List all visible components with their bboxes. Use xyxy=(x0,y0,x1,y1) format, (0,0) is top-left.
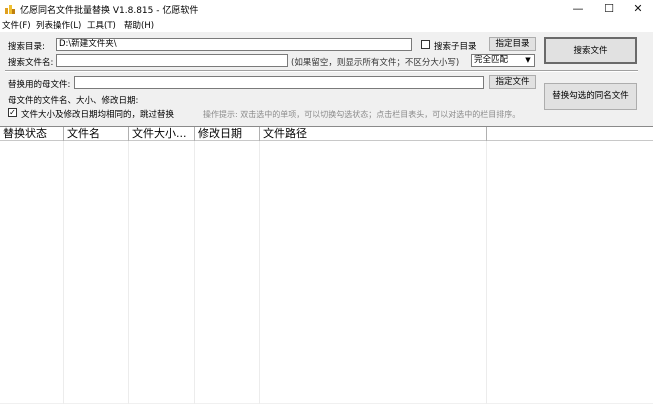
col-modified-date[interactable]: 修改日期 xyxy=(195,127,260,141)
window-title: 亿愿同名文件批量替换 V1.8.815 - 亿愿软件 xyxy=(20,6,199,16)
match-mode-value: 完全匹配 xyxy=(474,55,509,65)
subdir-checkbox[interactable] xyxy=(421,40,430,49)
replace-checked-button[interactable]: 替换勾选的同名文件 xyxy=(544,83,637,110)
menu-bar: 文件(F) 列表操作(L) 工具(T) 帮助(H) xyxy=(0,18,653,32)
col-file-path[interactable]: 文件路径 xyxy=(260,127,487,141)
menu-help[interactable]: 帮助(H) xyxy=(124,19,154,31)
mother-file-label: 替换用的母文件: xyxy=(8,80,71,90)
match-mode-select[interactable]: 完全匹配 ▼ xyxy=(471,54,535,67)
separator xyxy=(5,70,638,72)
search-files-button[interactable]: 搜索文件 xyxy=(544,37,637,64)
column-divider xyxy=(63,141,64,404)
app-icon xyxy=(5,5,15,14)
chevron-down-icon: ▼ xyxy=(525,56,531,64)
column-divider xyxy=(128,141,129,404)
menu-list-ops[interactable]: 列表操作(L) xyxy=(36,19,81,31)
title-bar: 亿愿同名文件批量替换 V1.8.815 - 亿愿软件 — ☐ ✕ xyxy=(0,0,653,18)
list-header: 替换状态 文件名 文件大小... 修改日期 文件路径 xyxy=(0,127,653,141)
menu-file[interactable]: 文件(F) xyxy=(2,19,31,31)
skip-checkbox[interactable]: ✓ xyxy=(8,108,17,117)
column-divider xyxy=(486,141,487,404)
operation-hint: 操作提示: 双击选中的单项，可以切换勾选状态；点击栏目表头，可以对选中的栏目排序… xyxy=(203,110,521,119)
close-button[interactable]: ✕ xyxy=(623,0,653,18)
maximize-button[interactable]: ☐ xyxy=(594,0,624,18)
skip-label: 文件大小及修改日期均相同的，跳过替换 xyxy=(21,110,175,120)
choose-dir-button[interactable]: 指定目录 xyxy=(489,37,536,51)
search-dir-label: 搜索目录: xyxy=(8,42,45,52)
filename-hint: (如果留空，则显示所有文件；不区分大小写) xyxy=(291,58,460,68)
col-filesize[interactable]: 文件大小... xyxy=(129,127,195,141)
choose-file-button[interactable]: 指定文件 xyxy=(489,75,536,89)
subdir-label: 搜索子目录 xyxy=(434,42,477,52)
file-list[interactable]: 替换状态 文件名 文件大小... 修改日期 文件路径 xyxy=(0,126,653,404)
minimize-button[interactable]: — xyxy=(563,0,593,18)
col-replace-status[interactable]: 替换状态 xyxy=(0,127,64,141)
col-filename[interactable]: 文件名 xyxy=(64,127,129,141)
column-divider xyxy=(259,141,260,404)
menu-tools[interactable]: 工具(T) xyxy=(87,19,116,31)
column-divider xyxy=(194,141,195,404)
search-filename-input[interactable] xyxy=(56,54,288,67)
search-dir-input[interactable]: D:\新建文件夹\ xyxy=(56,38,412,51)
search-filename-label: 搜索文件名: xyxy=(8,58,54,68)
mother-file-input[interactable] xyxy=(74,76,484,89)
mother-info-label: 母文件的文件名、大小、修改日期: xyxy=(8,96,139,106)
